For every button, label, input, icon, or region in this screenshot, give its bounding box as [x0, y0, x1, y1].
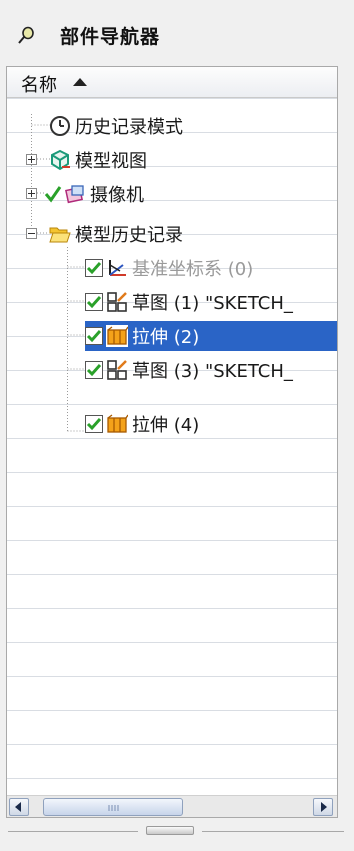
- tree-node-sketch-3[interactable]: 草图 (3) "SKETCH_: [85, 355, 293, 385]
- visibility-checkbox[interactable]: [85, 361, 103, 379]
- extrude-icon: [106, 413, 128, 435]
- tree-node-extrude-2[interactable]: 拉伸 (2): [85, 321, 337, 351]
- tree-node-model-history[interactable]: 模型历史记录: [49, 219, 183, 249]
- visibility-checkbox[interactable]: [85, 259, 103, 277]
- tree-node-extrude-4[interactable]: 拉伸 (4): [85, 409, 199, 439]
- extrude-icon: [106, 325, 128, 347]
- visibility-checkbox[interactable]: [85, 293, 103, 311]
- pin-icon[interactable]: [17, 25, 37, 45]
- panel-title: 部件导航器: [60, 26, 161, 48]
- tree-node-label: 基准坐标系 (0): [132, 259, 254, 280]
- tree-node-cameras[interactable]: 摄像机: [44, 179, 144, 209]
- sketch-icon: [106, 359, 128, 381]
- tree-node-model-views[interactable]: 模型视图: [49, 145, 147, 175]
- scroll-thumb[interactable]: [43, 798, 183, 816]
- camera-icon: [64, 183, 86, 205]
- panel-bottom-splitter: [0, 818, 354, 851]
- tree-node-label: 草图 (3) "SKETCH_: [132, 361, 293, 382]
- tree-node-label: 拉伸 (4): [132, 415, 200, 436]
- expand-toggle-model-views[interactable]: [26, 154, 37, 165]
- tree-node-label: 模型视图: [75, 151, 147, 172]
- tree-node-label: 草图 (1) "SKETCH_: [132, 293, 293, 314]
- tree-node-label: 摄像机: [90, 185, 144, 206]
- tree-node-sketch-1[interactable]: 草图 (1) "SKETCH_: [85, 287, 293, 317]
- grip-icon: [108, 805, 119, 811]
- sketch-icon: [106, 291, 128, 313]
- datum-csys-icon: [106, 257, 128, 279]
- clock-icon: [49, 115, 71, 137]
- views-icon: [49, 149, 71, 171]
- arrow-left-icon: [15, 802, 21, 812]
- collapse-toggle-model-history[interactable]: [26, 228, 37, 239]
- scroll-right-button[interactable]: [313, 798, 333, 816]
- tree-node-label: 拉伸 (2): [132, 327, 200, 348]
- visibility-checkbox[interactable]: [85, 415, 103, 433]
- arrow-right-icon: [321, 802, 327, 812]
- checkmark-icon: [44, 183, 62, 205]
- splitter-line-right: [202, 831, 344, 832]
- tree-node-label: 模型历史记录: [75, 225, 183, 246]
- expand-toggle-cameras[interactable]: [26, 188, 37, 199]
- folder-open-icon: [49, 223, 71, 245]
- tree-node-history-mode[interactable]: 历史记录模式: [49, 111, 183, 141]
- tree-view[interactable]: 名称 历史记录模式 模型视图 摄像机 模型历史记录 基准坐标系 (0) 草图 (…: [6, 66, 338, 818]
- scroll-left-button[interactable]: [9, 798, 29, 816]
- panel-title-bar: 部件导航器: [0, 0, 354, 64]
- splitter-line-left: [8, 831, 138, 832]
- horizontal-scrollbar[interactable]: [7, 795, 337, 817]
- tree-node-label: 历史记录模式: [75, 117, 183, 138]
- tree-node-datum-csys[interactable]: 基准坐标系 (0): [85, 253, 253, 283]
- splitter-handle[interactable]: [146, 826, 194, 835]
- visibility-checkbox[interactable]: [85, 327, 103, 345]
